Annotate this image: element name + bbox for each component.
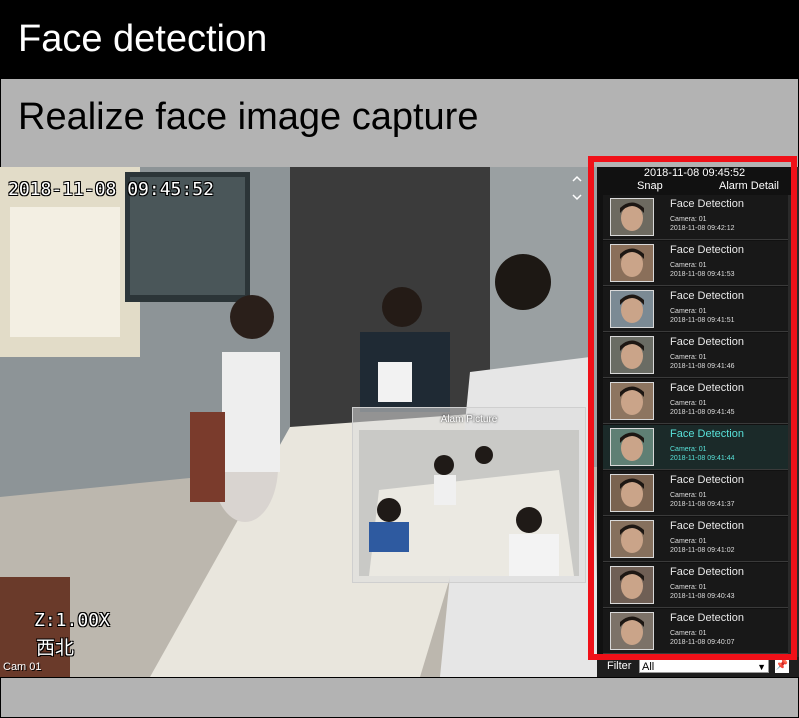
snap-thumbnail[interactable] xyxy=(610,474,654,512)
snap-title: Face Detection xyxy=(670,520,744,532)
snap-thumbnail[interactable] xyxy=(610,336,654,374)
snap-camera: Camera: 01 xyxy=(670,630,707,637)
snap-camera: Camera: 01 xyxy=(670,584,707,591)
page-title: Face detection xyxy=(0,0,799,79)
snap-list-item[interactable]: Face Detection Camera: 01 2018-11-08 09:41… xyxy=(603,241,789,286)
snap-thumbnail[interactable] xyxy=(610,520,654,558)
snap-thumbnail[interactable] xyxy=(610,428,654,466)
snap-list-item[interactable]: Face Detection Camera: 01 2018-11-08 09:41… xyxy=(603,379,789,424)
snap-camera: Camera: 01 xyxy=(670,308,707,315)
panel-clock: 2018-11-08 09:45:52 xyxy=(643,167,746,179)
snap-thumbnail[interactable] xyxy=(610,382,654,420)
snap-time: 2018-11-08 09:40:07 xyxy=(670,639,735,646)
filter-label: Filter xyxy=(607,660,632,672)
snap-list-item[interactable]: Face Detection Camera: 01 2018-11-08 09:41… xyxy=(603,471,789,516)
snap-title: Face Detection xyxy=(670,198,744,210)
snap-time: 2018-11-08 09:41:45 xyxy=(670,409,735,416)
snap-list-item[interactable]: Face Detection Camera: 01 2018-11-08 09:40… xyxy=(603,563,789,608)
osd-zoom-level: Z:1.00X xyxy=(34,610,110,631)
collapse-arrows-icon[interactable] xyxy=(571,175,583,201)
snap-thumbnail[interactable] xyxy=(610,290,654,328)
alarm-picture-image xyxy=(359,430,579,576)
snap-list-item[interactable]: Face Detection Camera: 01 2018-11-08 09:42… xyxy=(603,195,789,240)
snap-time: 2018-11-08 09:41:44 xyxy=(670,455,735,462)
chevron-down-icon: ▼ xyxy=(757,662,766,672)
snap-camera: Camera: 01 xyxy=(670,400,707,407)
snap-time: 2018-11-08 09:41:53 xyxy=(670,271,735,278)
filter-bar: Filter All ▼ 📌 xyxy=(597,657,799,677)
snap-time: 2018-11-08 09:40:43 xyxy=(670,593,735,600)
snap-time: 2018-11-08 09:42:12 xyxy=(670,225,735,232)
page-subtitle: Realize face image capture xyxy=(0,79,799,167)
snap-title: Face Detection xyxy=(670,244,744,256)
snap-list-item[interactable]: Face Detection Camera: 01 2018-11-08 09:41… xyxy=(603,287,789,332)
snap-title: Face Detection xyxy=(670,382,744,394)
snap-list-item[interactable]: Face Detection Camera: 01 2018-11-08 09:40… xyxy=(603,609,789,654)
snap-camera: Camera: 01 xyxy=(670,354,707,361)
osd-camera-label: Cam 01 xyxy=(3,661,42,673)
alarm-popup-title: Alam Picture xyxy=(440,414,498,425)
snap-thumbnail[interactable] xyxy=(610,244,654,282)
snap-thumbnail[interactable] xyxy=(610,198,654,236)
snap-list-item[interactable]: Face Detection Camera: 01 2018-11-08 09:41… xyxy=(603,517,789,562)
snap-list-item[interactable]: Face Detection Camera: 01 2018-11-08 09:41… xyxy=(603,425,789,470)
osd-direction: 西北 xyxy=(36,637,75,659)
snap-list-item[interactable]: Face Detection Camera: 01 2018-11-08 09:41… xyxy=(603,333,789,378)
snap-list-scrollbar[interactable] xyxy=(788,195,791,655)
snap-alarm-panel[interactable]: 2018-11-08 09:45:52 Snap Alarm Detail Fa… xyxy=(597,167,792,657)
osd-timestamp: 2018-11-08 09:45:52 xyxy=(8,179,214,200)
alarm-detail-column-header[interactable]: Alarm Detail xyxy=(719,180,779,192)
snap-column-header[interactable]: Snap xyxy=(637,180,663,192)
alarm-picture-popup[interactable]: Alam Picture xyxy=(352,407,586,583)
snap-time: 2018-11-08 09:41:46 xyxy=(670,363,735,370)
snap-time: 2018-11-08 09:41:51 xyxy=(670,317,735,324)
snap-camera: Camera: 01 xyxy=(670,446,707,453)
divider xyxy=(0,677,799,678)
snap-camera: Camera: 01 xyxy=(670,538,707,545)
snap-time: 2018-11-08 09:41:02 xyxy=(670,547,735,554)
snap-camera: Camera: 01 xyxy=(670,492,707,499)
snap-title: Face Detection xyxy=(670,566,744,578)
snap-thumbnail[interactable] xyxy=(610,612,654,650)
snap-title: Face Detection xyxy=(670,612,744,624)
filter-select[interactable]: All ▼ xyxy=(639,659,769,673)
snap-camera: Camera: 01 xyxy=(670,216,707,223)
filter-select-value: All xyxy=(642,661,655,673)
snap-camera: Camera: 01 xyxy=(670,262,707,269)
snap-title: Face Detection xyxy=(670,428,744,440)
snap-thumbnail[interactable] xyxy=(610,566,654,604)
snap-time: 2018-11-08 09:41:37 xyxy=(670,501,735,508)
pin-icon[interactable]: 📌 xyxy=(775,659,789,673)
snap-title: Face Detection xyxy=(670,336,744,348)
snap-title: Face Detection xyxy=(670,474,744,486)
snap-title: Face Detection xyxy=(670,290,744,302)
